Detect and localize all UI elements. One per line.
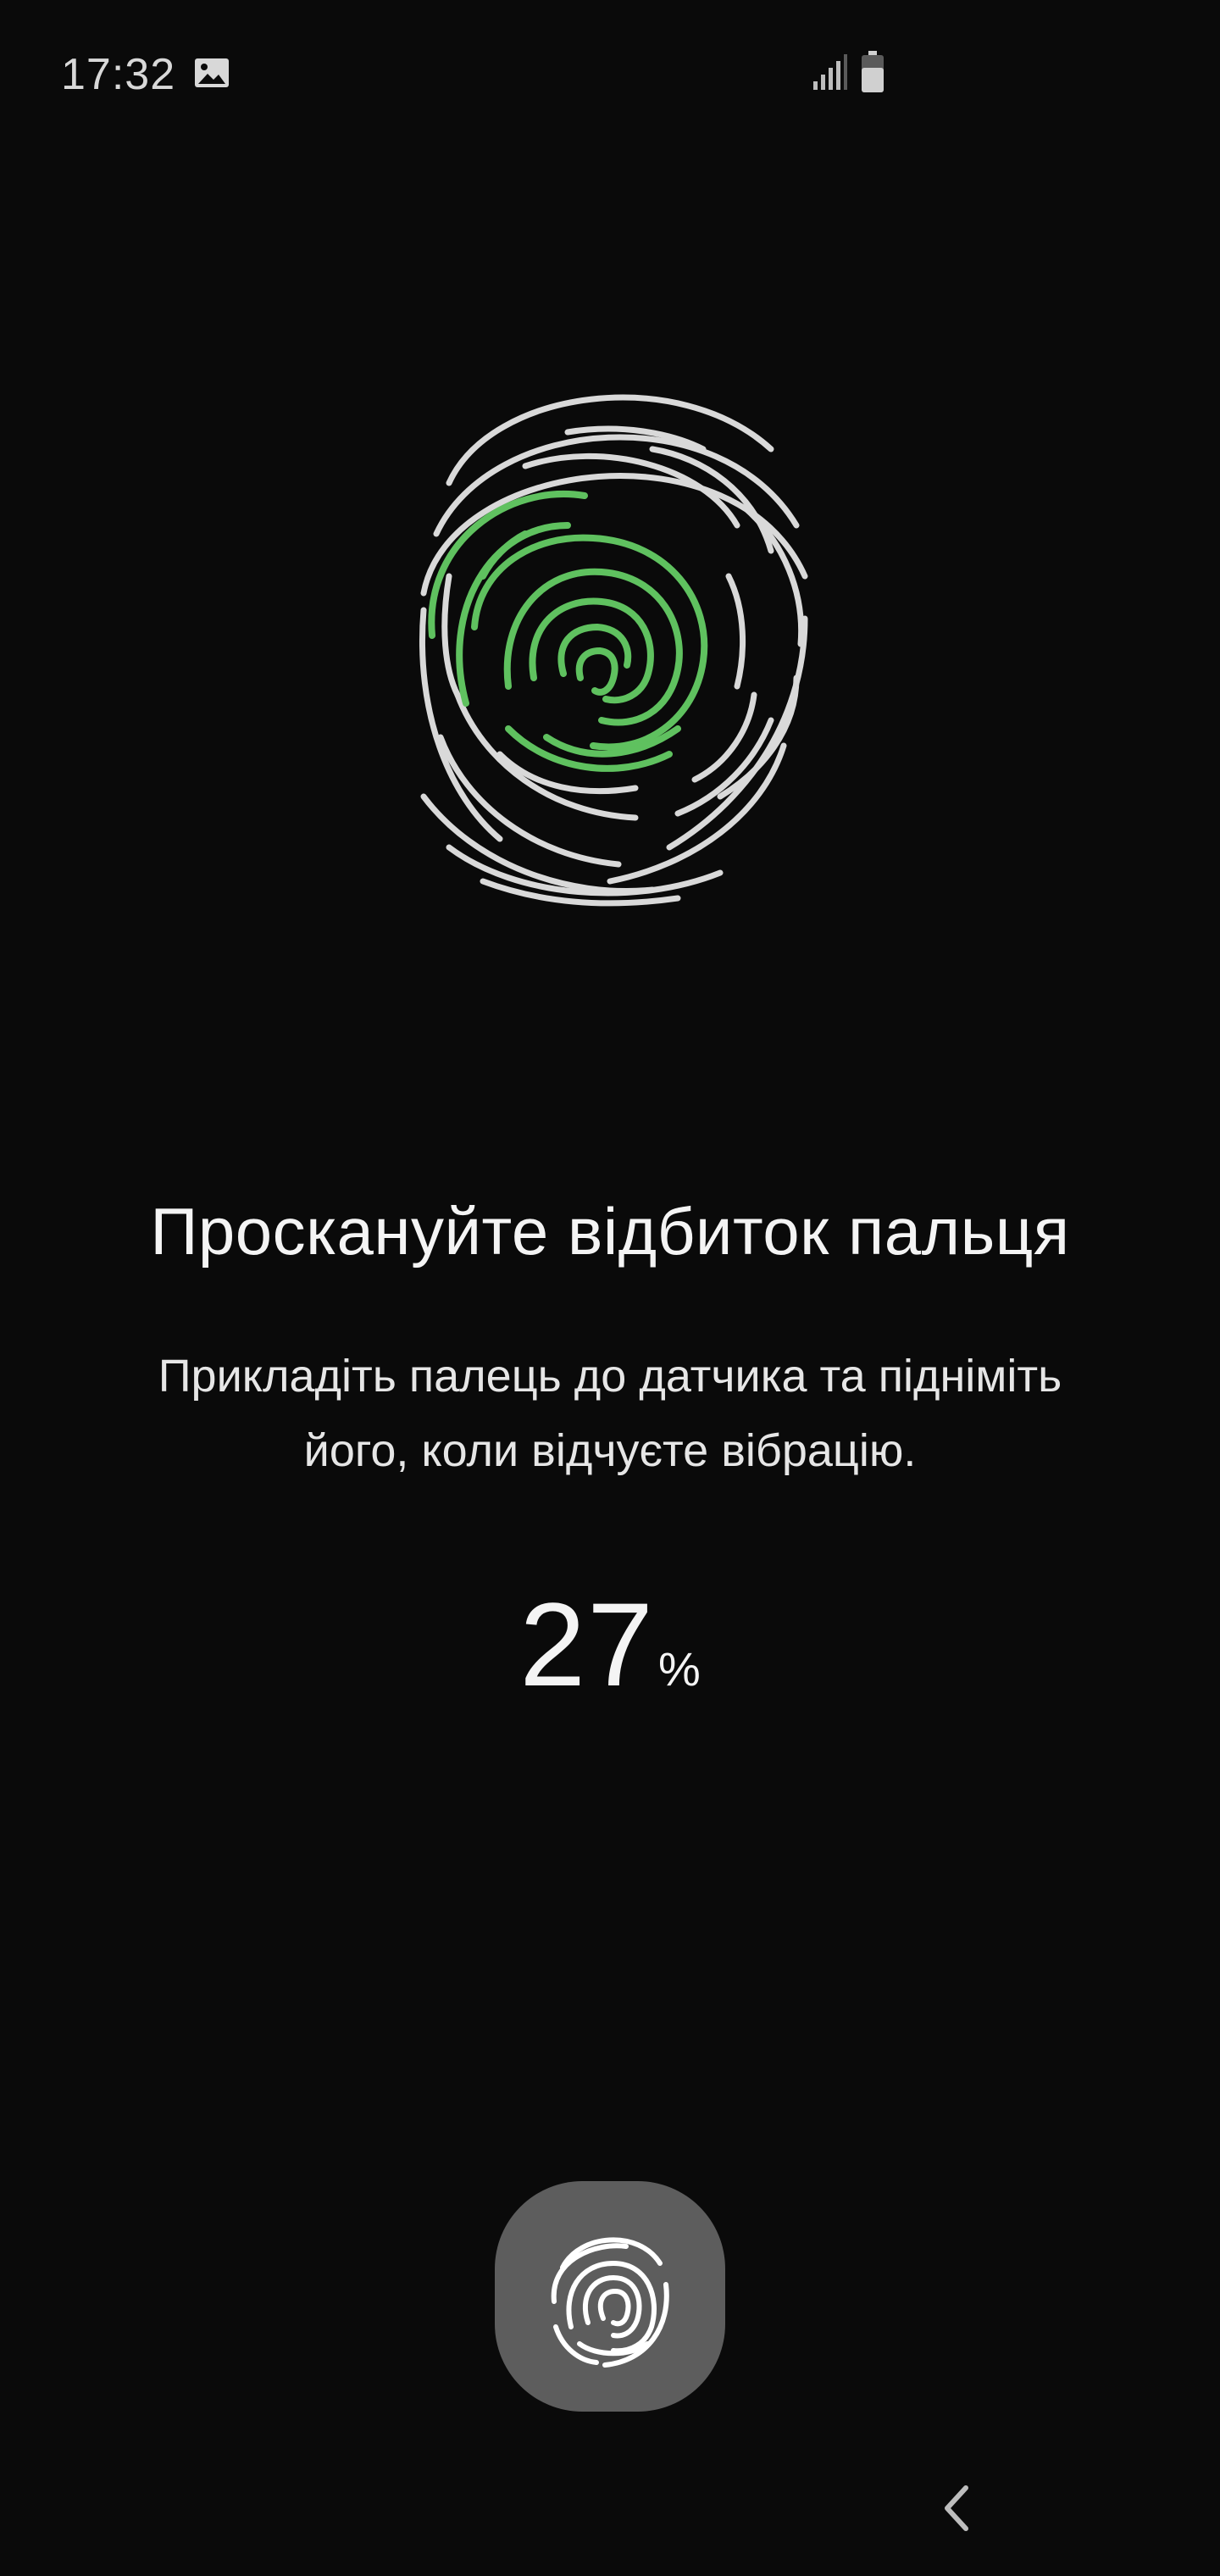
chevron-left-icon[interactable]: [932, 2474, 983, 2542]
fingerprint-sensor-button[interactable]: [495, 2181, 725, 2412]
status-bar: 17:32: [0, 0, 1220, 153]
instruction-line-2: його, коли відчуєте вібрацію.: [303, 1425, 917, 1476]
gallery-icon: [195, 58, 229, 87]
progress-unit: %: [657, 1642, 701, 1696]
instruction-line-1: Прикладіть палець до датчика та підніміт…: [158, 1351, 1062, 1402]
fingerprint-progress-graphic: [419, 394, 808, 907]
progress-indicator: 27%: [0, 1576, 1220, 1713]
instruction-text: Прикладіть палець до датчика та підніміт…: [85, 1339, 1135, 1488]
page-title: Проскануйте відбиток пальця: [150, 1194, 1070, 1269]
fingerprint-icon: [551, 2237, 669, 2368]
battery-icon: [862, 51, 884, 92]
progress-value: 27: [519, 1578, 655, 1711]
status-time: 17:32: [61, 50, 176, 99]
signal-icon: [813, 54, 847, 90]
